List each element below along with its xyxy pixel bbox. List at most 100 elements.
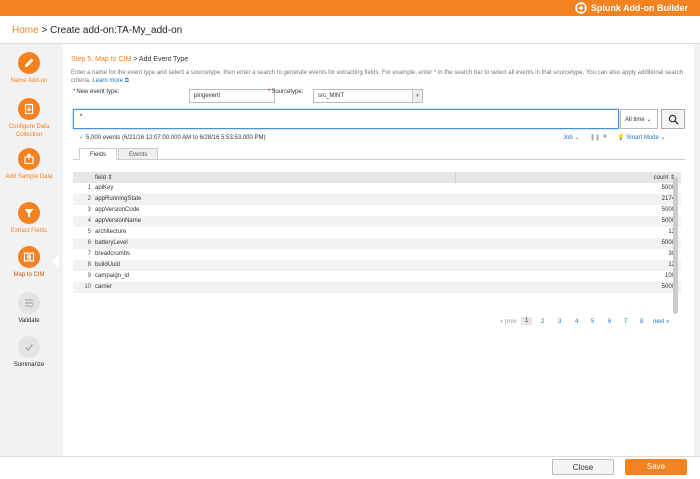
search-input[interactable]: * [73, 109, 619, 129]
bulb-icon: 💡 [617, 135, 625, 141]
pager-page-4[interactable]: 4 [575, 319, 578, 325]
step-circle [18, 52, 40, 74]
pager-page-3[interactable]: 3 [558, 319, 561, 325]
required-marker: * [73, 89, 76, 95]
pause-icon[interactable]: ❚❚ [590, 134, 600, 141]
footer-bar: Close Save [0, 456, 700, 479]
step-label: Add Sample Data [5, 174, 53, 180]
step-add-sample-data[interactable]: Add Sample Data [0, 148, 58, 181]
row-number: 10 [84, 284, 91, 290]
page-title: Step 5: Map to CIM > Add Event Type [71, 56, 188, 63]
step-name-addon[interactable]: Name Add-on [0, 52, 58, 85]
data-collection-icon [24, 103, 34, 115]
pager-next[interactable]: next » [653, 319, 669, 325]
page-title-sub: > Add Event Type [131, 56, 189, 63]
breadcrumb-bar: Home > Create add-on:TA-My_add-on [0, 16, 700, 44]
step-label: Name Add-on [10, 78, 48, 84]
column-header-count[interactable]: count ⇕ [654, 174, 675, 181]
table-header: field ⇕ count ⇕ [73, 172, 681, 183]
brand: Splunk Add-on Builder [575, 2, 688, 14]
step-map-to-cim[interactable]: Map to CIM [0, 246, 58, 279]
row-number: 7 [87, 251, 91, 257]
stop-icon[interactable]: ■ [603, 134, 607, 140]
field-name: appVersionCode [95, 207, 140, 213]
step-circle [18, 246, 40, 268]
chevron-down-icon: ⌄ [646, 117, 652, 123]
column-header-field[interactable]: field ⇕ [95, 174, 113, 181]
sourcetype-label: *Sourcetype: [268, 89, 303, 95]
pager-page-7[interactable]: 7 [624, 319, 627, 325]
step-validate[interactable]: Validate [0, 292, 58, 325]
search-icon [668, 114, 679, 125]
chevron-down-icon: ▾ [412, 90, 422, 102]
row-number: 8 [87, 262, 91, 268]
table-row[interactable]: 3 appVersionCode 5000 [73, 205, 681, 216]
splunk-logo-icon [575, 2, 587, 14]
table-row[interactable]: 5 architecture 12 [73, 227, 681, 238]
field-name: campaign_id [95, 273, 130, 279]
sourcetype-label-text: Sourcetype: [271, 89, 304, 95]
table-row[interactable]: 7 breadcrumbs 30 [73, 249, 681, 260]
table-row[interactable]: 1 apiKey 5000 [73, 183, 681, 194]
smart-mode-menu[interactable]: 💡 Smart Mode ⌄ [617, 134, 666, 141]
field-name: appRunningState [95, 196, 142, 202]
job-menu[interactable]: Job ⌄ [563, 134, 579, 141]
breadcrumb: Home > Create add-on:TA-My_add-on [12, 25, 182, 36]
search-status: ✓ 5,000 events (6/21/16 12:07:00.000 AM t… [79, 134, 266, 141]
step-label: Validate [18, 318, 40, 324]
learn-more-link[interactable]: Learn more [92, 78, 123, 84]
field-name: architecture [95, 229, 127, 235]
row-number: 5 [87, 229, 91, 235]
sourcetype-select[interactable]: src_MINT ▾ [313, 89, 423, 103]
table-scrollbar[interactable] [673, 177, 678, 314]
active-step-pointer [52, 254, 59, 268]
row-number: 6 [87, 240, 91, 246]
breadcrumb-separator: > [38, 25, 51, 36]
job-label: Job [563, 135, 573, 141]
pager-page-1[interactable]: 1 [521, 317, 533, 325]
time-range-picker[interactable]: All time ⌄ [620, 109, 658, 129]
table-row[interactable]: 10 carrier 5000 [73, 282, 681, 293]
step-circle [18, 336, 40, 358]
step-extract-fields[interactable]: Extract Fields [0, 202, 58, 235]
wizard-sidebar: Name Add-on Configure Data Collection Ad… [0, 44, 59, 479]
column-header-field-label: field [95, 175, 107, 181]
pager-page-2[interactable]: 2 [541, 319, 544, 325]
step-circle [18, 202, 40, 224]
map-cim-icon [23, 252, 35, 262]
table-row[interactable]: 6 batteryLevel 5000 [73, 238, 681, 249]
row-number: 3 [87, 207, 91, 213]
event-type-input[interactable]: pingevent [189, 89, 275, 103]
search-button[interactable] [661, 109, 685, 129]
tab-fields[interactable]: Fields [79, 148, 118, 160]
breadcrumb-current: Create add-on:TA-My_add-on [50, 25, 183, 36]
table-row[interactable]: 4 appVersionName 5000 [73, 216, 681, 227]
tab-events[interactable]: Events [118, 148, 159, 160]
page-title-step: Step 5: Map to CIM [71, 56, 132, 63]
field-name: appVersionName [95, 218, 142, 224]
field-name: carrier [95, 284, 113, 290]
pager-prev[interactable]: « prev [500, 319, 517, 325]
table-row[interactable]: 9 campaign_id 100 [73, 271, 681, 282]
pager-page-8[interactable]: 8 [640, 319, 643, 325]
save-button[interactable]: Save [625, 459, 687, 475]
pagination: « prev 1 2 3 4 5 6 7 8 next » [63, 317, 694, 329]
step-configure-data-collection[interactable]: Configure Data Collection [0, 98, 58, 139]
validate-icon [25, 299, 34, 308]
pager-page-6[interactable]: 6 [608, 319, 611, 325]
event-type-label: *New event type: [73, 89, 119, 95]
sourcetype-value: src_MINT [318, 93, 344, 99]
column-header-count-label: count [653, 175, 669, 181]
table-row[interactable]: 2 appRunningState 2174 [73, 194, 681, 205]
table-row[interactable]: 8 buildUuid 12 [73, 260, 681, 271]
pager-page-5[interactable]: 5 [591, 319, 594, 325]
search-status-text: 5,000 events (6/21/16 12:07:00.000 AM to… [86, 135, 266, 141]
row-number: 2 [87, 196, 91, 202]
step-label: Map to CIM [13, 272, 45, 278]
step-circle [18, 292, 40, 314]
row-number: 1 [87, 185, 91, 191]
step-summarize[interactable]: Summarize [0, 336, 58, 369]
close-button[interactable]: Close [552, 459, 614, 475]
upload-icon [24, 153, 34, 165]
breadcrumb-home-link[interactable]: Home [12, 25, 39, 36]
